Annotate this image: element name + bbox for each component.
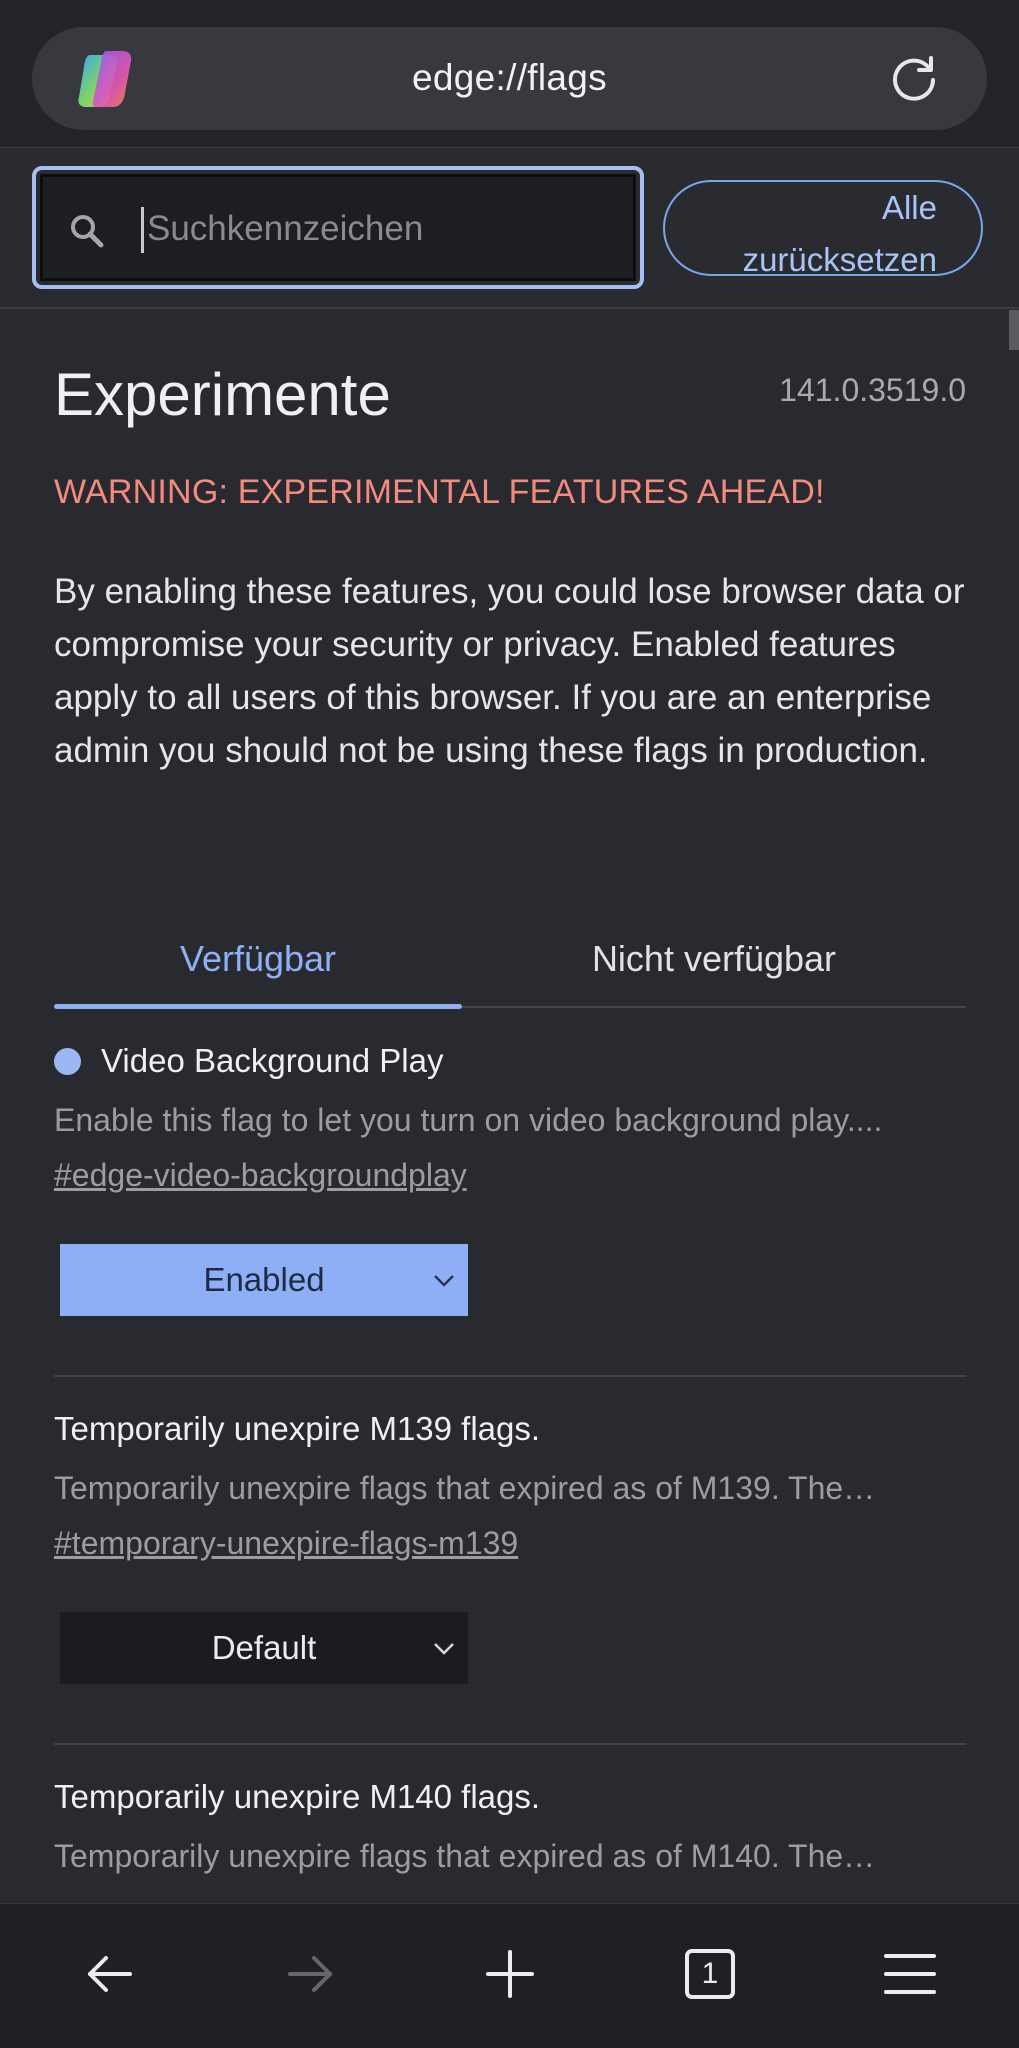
page-description: By enabling these features, you could lo… [54, 572, 965, 770]
warning-text: WARNING: EXPERIMENTAL FEATURES AHEAD! [54, 473, 825, 511]
address-bar[interactable]: edge://flags [32, 27, 987, 130]
forward-arrow-icon[interactable] [280, 1944, 340, 2004]
flag-state-select[interactable]: Default [60, 1612, 468, 1684]
search-icon [71, 215, 104, 248]
tab-available[interactable]: Verfügbar [54, 938, 462, 980]
flag-description: Temporarily unexpire flags that expired … [54, 1838, 876, 1874]
tab-count: 1 [701, 1957, 719, 1990]
flag-description: Temporarily unexpire flags that expired … [54, 1470, 876, 1506]
flag-state-value: Enabled [203, 1261, 325, 1298]
flag-state-select[interactable]: Enabled [60, 1244, 468, 1316]
bottom-nav-bar: 1 [0, 1903, 1019, 2048]
reset-all-label-line2: zurücksetzen [742, 241, 937, 278]
tab-unavailable[interactable]: Nicht verfügbar [462, 938, 966, 980]
modified-indicator-dot [54, 1048, 81, 1075]
flag-title: Temporarily unexpire M139 flags. [54, 1410, 541, 1447]
reload-icon[interactable] [889, 54, 939, 104]
back-arrow-icon[interactable] [80, 1944, 140, 2004]
search-input[interactable]: Suchkennzeichen [32, 166, 644, 289]
divider [54, 1743, 966, 1745]
url-text[interactable]: edge://flags [32, 57, 987, 99]
flag-item: Temporarily unexpire M139 flags. Tempora… [54, 1410, 966, 1684]
version-label: 141.0.3519.0 [779, 372, 966, 408]
top-bar: edge://flags [0, 0, 1019, 148]
tabs-counter-button[interactable]: 1 [680, 1944, 740, 2004]
scrollbar[interactable] [1009, 310, 1019, 350]
reset-all-label-line1: Alle [881, 189, 937, 226]
menu-icon[interactable] [880, 1944, 940, 2004]
chevron-down-icon [434, 1643, 454, 1655]
search-placeholder: Suchkennzeichen [147, 209, 424, 248]
flag-description: Enable this flag to let you turn on vide… [54, 1102, 883, 1138]
flag-link[interactable]: #edge-video-backgroundplay [54, 1157, 966, 1194]
flag-item: Video Background Play Enable this flag t… [54, 1042, 966, 1316]
text-cursor [141, 207, 144, 253]
flag-link[interactable]: #temporary-unexpire-flags-m139 [54, 1525, 966, 1562]
search-row: Suchkennzeichen Alle zurücksetzen [0, 149, 1019, 309]
page-title: Experimente [54, 361, 391, 428]
tab-bar: Verfügbar Nicht verfügbar [54, 910, 966, 1009]
flag-title: Video Background Play [101, 1042, 444, 1079]
chevron-down-icon [434, 1275, 454, 1287]
flag-item: Temporarily unexpire M140 flags. Tempora… [54, 1778, 966, 1875]
flag-title: Temporarily unexpire M140 flags. [54, 1778, 541, 1815]
flag-state-value: Default [211, 1629, 317, 1666]
active-tab-indicator [54, 1004, 462, 1009]
new-tab-plus-icon[interactable] [480, 1944, 540, 2004]
reset-all-button[interactable]: Alle zurücksetzen [663, 180, 983, 278]
divider [54, 1375, 966, 1377]
main-content: Experimente 141.0.3519.0 WARNING: EXPERI… [54, 310, 966, 1874]
